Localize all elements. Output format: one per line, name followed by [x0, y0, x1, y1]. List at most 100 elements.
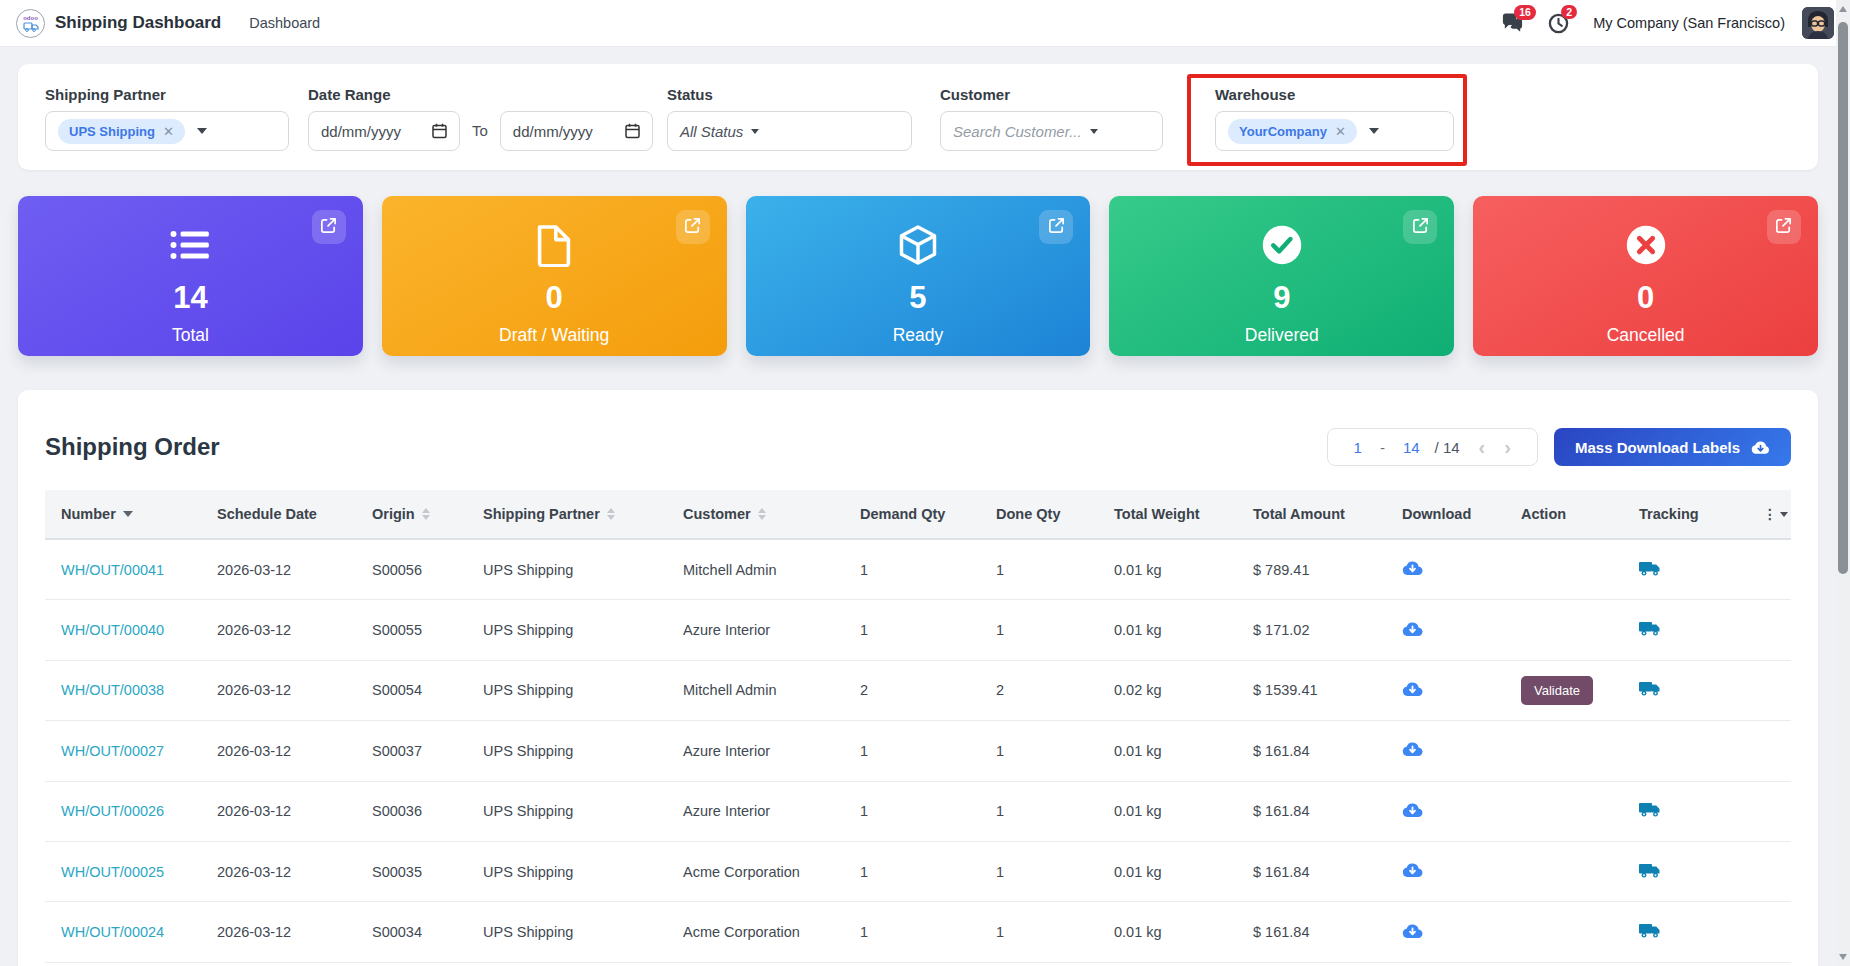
- activities-button[interactable]: 2: [1548, 13, 1569, 34]
- column-header-demand-qty[interactable]: Demand Qty: [844, 506, 980, 522]
- column-header-shipping-partner[interactable]: Shipping Partner: [467, 506, 667, 522]
- order-link[interactable]: WH/OUT/00041: [61, 562, 164, 578]
- cell-total-amount: $ 161.84: [1237, 743, 1386, 759]
- cell-download: [1386, 923, 1505, 942]
- pagination: 1 - 14 / 14 ‹ ›: [1327, 428, 1538, 466]
- nav-menu-dashboard[interactable]: Dashboard: [249, 15, 320, 31]
- external-link-icon: [1411, 216, 1430, 239]
- date-to-input[interactable]: dd/mm/yyyy: [500, 111, 653, 151]
- external-link-icon: [1774, 216, 1793, 239]
- status-select[interactable]: All Status: [667, 111, 912, 151]
- column-header-number[interactable]: Number: [45, 506, 201, 522]
- download-label-icon[interactable]: [1402, 560, 1423, 576]
- tracking-truck-icon[interactable]: [1639, 801, 1661, 818]
- order-link[interactable]: WH/OUT/00040: [61, 622, 164, 638]
- order-link[interactable]: WH/OUT/00026: [61, 803, 164, 819]
- page-scrollbar[interactable]: [1836, 0, 1850, 966]
- cube-icon: [896, 222, 940, 268]
- cell-tracking: [1623, 801, 1747, 821]
- cell-done-qty: 1: [980, 924, 1098, 940]
- download-label-icon[interactable]: [1402, 681, 1423, 697]
- messages-button[interactable]: 16: [1501, 13, 1524, 33]
- table-row: WH/OUT/000272026-03-12S00037UPS Shipping…: [45, 721, 1791, 781]
- stat-label: Delivered: [1245, 325, 1319, 346]
- chip-remove-icon[interactable]: ✕: [1335, 124, 1346, 139]
- table-row: WH/OUT/000242026-03-12S00034UPS Shipping…: [45, 902, 1791, 962]
- mass-download-labels-button[interactable]: Mass Download Labels: [1554, 428, 1791, 466]
- cell-total-amount: $ 161.84: [1237, 864, 1386, 880]
- tracking-truck-icon[interactable]: [1639, 620, 1661, 637]
- company-switcher[interactable]: My Company (San Francisco): [1593, 15, 1785, 31]
- column-header-total-weight[interactable]: Total Weight: [1098, 506, 1237, 522]
- cell-done-qty: 1: [980, 622, 1098, 638]
- column-header-action[interactable]: Action: [1505, 506, 1623, 522]
- warehouse-chip[interactable]: YourCompany✕: [1228, 119, 1357, 144]
- stat-card-total[interactable]: 14Total: [18, 196, 363, 356]
- chevron-down-icon: [197, 128, 207, 134]
- open-external-button[interactable]: [1403, 210, 1437, 244]
- cell-download: [1386, 862, 1505, 881]
- warehouse-label: Warehouse: [1215, 86, 1454, 103]
- column-header-origin[interactable]: Origin: [356, 506, 467, 522]
- download-label-icon[interactable]: [1402, 802, 1423, 818]
- user-avatar[interactable]: [1802, 7, 1834, 39]
- cell-total-amount: $ 171.02: [1237, 622, 1386, 638]
- column-header-tracking[interactable]: Tracking: [1623, 506, 1747, 522]
- filter-date-range: Date Range dd/mm/yyyy To dd/mm/yyyy: [308, 64, 653, 151]
- column-options-button[interactable]: ⋮: [1747, 506, 1791, 522]
- table-row: WH/OUT/000412026-03-12S00056UPS Shipping…: [45, 540, 1791, 600]
- download-label-icon[interactable]: [1402, 621, 1423, 637]
- scroll-down-icon[interactable]: [1839, 954, 1847, 960]
- order-link[interactable]: WH/OUT/00024: [61, 924, 164, 940]
- cell-number: WH/OUT/00027: [45, 743, 201, 759]
- chip-remove-icon[interactable]: ✕: [163, 124, 174, 139]
- chevron-down-icon: [1780, 512, 1788, 517]
- table-row: WH/OUT/000252026-03-12S00035UPS Shipping…: [45, 842, 1791, 902]
- open-external-button[interactable]: [676, 210, 710, 244]
- column-header-schedule-date[interactable]: Schedule Date: [201, 506, 356, 522]
- warehouse-select[interactable]: YourCompany✕: [1215, 111, 1454, 151]
- cell-done-qty: 1: [980, 562, 1098, 578]
- open-external-button[interactable]: [1767, 210, 1801, 244]
- order-link[interactable]: WH/OUT/00025: [61, 864, 164, 880]
- column-header-total-amount[interactable]: Total Amount: [1237, 506, 1386, 522]
- tracking-truck-icon[interactable]: [1639, 862, 1661, 879]
- order-link[interactable]: WH/OUT/00038: [61, 682, 164, 698]
- order-link[interactable]: WH/OUT/00027: [61, 743, 164, 759]
- external-link-icon: [319, 216, 338, 239]
- column-header-done-qty[interactable]: Done Qty: [980, 506, 1098, 522]
- stat-card-draft-waiting[interactable]: 0Draft / Waiting: [382, 196, 727, 356]
- date-from-input[interactable]: dd/mm/yyyy: [308, 111, 460, 151]
- validate-button[interactable]: Validate: [1521, 676, 1593, 705]
- cell-origin: S00035: [356, 864, 467, 880]
- check-circle-icon: [1261, 222, 1303, 268]
- column-header-download[interactable]: Download: [1386, 506, 1505, 522]
- open-external-button[interactable]: [1039, 210, 1073, 244]
- shipping-partner-select[interactable]: UPS Shipping✕: [45, 111, 289, 151]
- stat-card-ready[interactable]: 5Ready: [746, 196, 1091, 356]
- column-header-customer[interactable]: Customer: [667, 506, 844, 522]
- tracking-truck-icon[interactable]: [1639, 680, 1661, 697]
- download-label-icon[interactable]: [1402, 923, 1423, 939]
- tracking-truck-icon[interactable]: [1639, 922, 1661, 939]
- scroll-up-icon[interactable]: [1839, 6, 1847, 12]
- cell-shipping-partner: UPS Shipping: [467, 562, 667, 578]
- shipping-partner-chip[interactable]: UPS Shipping✕: [58, 119, 185, 144]
- cell-origin: S00054: [356, 682, 467, 698]
- download-label-icon[interactable]: [1402, 741, 1423, 757]
- download-label-icon[interactable]: [1402, 862, 1423, 878]
- next-page-button[interactable]: ›: [1504, 437, 1511, 457]
- app-logo-icon[interactable]: odoo: [16, 9, 45, 38]
- stat-label: Draft / Waiting: [499, 325, 609, 346]
- customer-search-input[interactable]: Search Customer...: [940, 111, 1163, 151]
- prev-page-button[interactable]: ‹: [1479, 437, 1486, 457]
- cell-total-weight: 0.01 kg: [1098, 924, 1237, 940]
- external-link-icon: [683, 216, 702, 239]
- scrollbar-thumb[interactable]: [1838, 22, 1848, 574]
- customer-label: Customer: [940, 86, 1163, 103]
- tracking-truck-icon[interactable]: [1639, 560, 1661, 577]
- stat-card-delivered[interactable]: 9Delivered: [1109, 196, 1454, 356]
- open-external-button[interactable]: [312, 210, 346, 244]
- stat-card-cancelled[interactable]: 0Cancelled: [1473, 196, 1818, 356]
- cell-shipping-partner: UPS Shipping: [467, 924, 667, 940]
